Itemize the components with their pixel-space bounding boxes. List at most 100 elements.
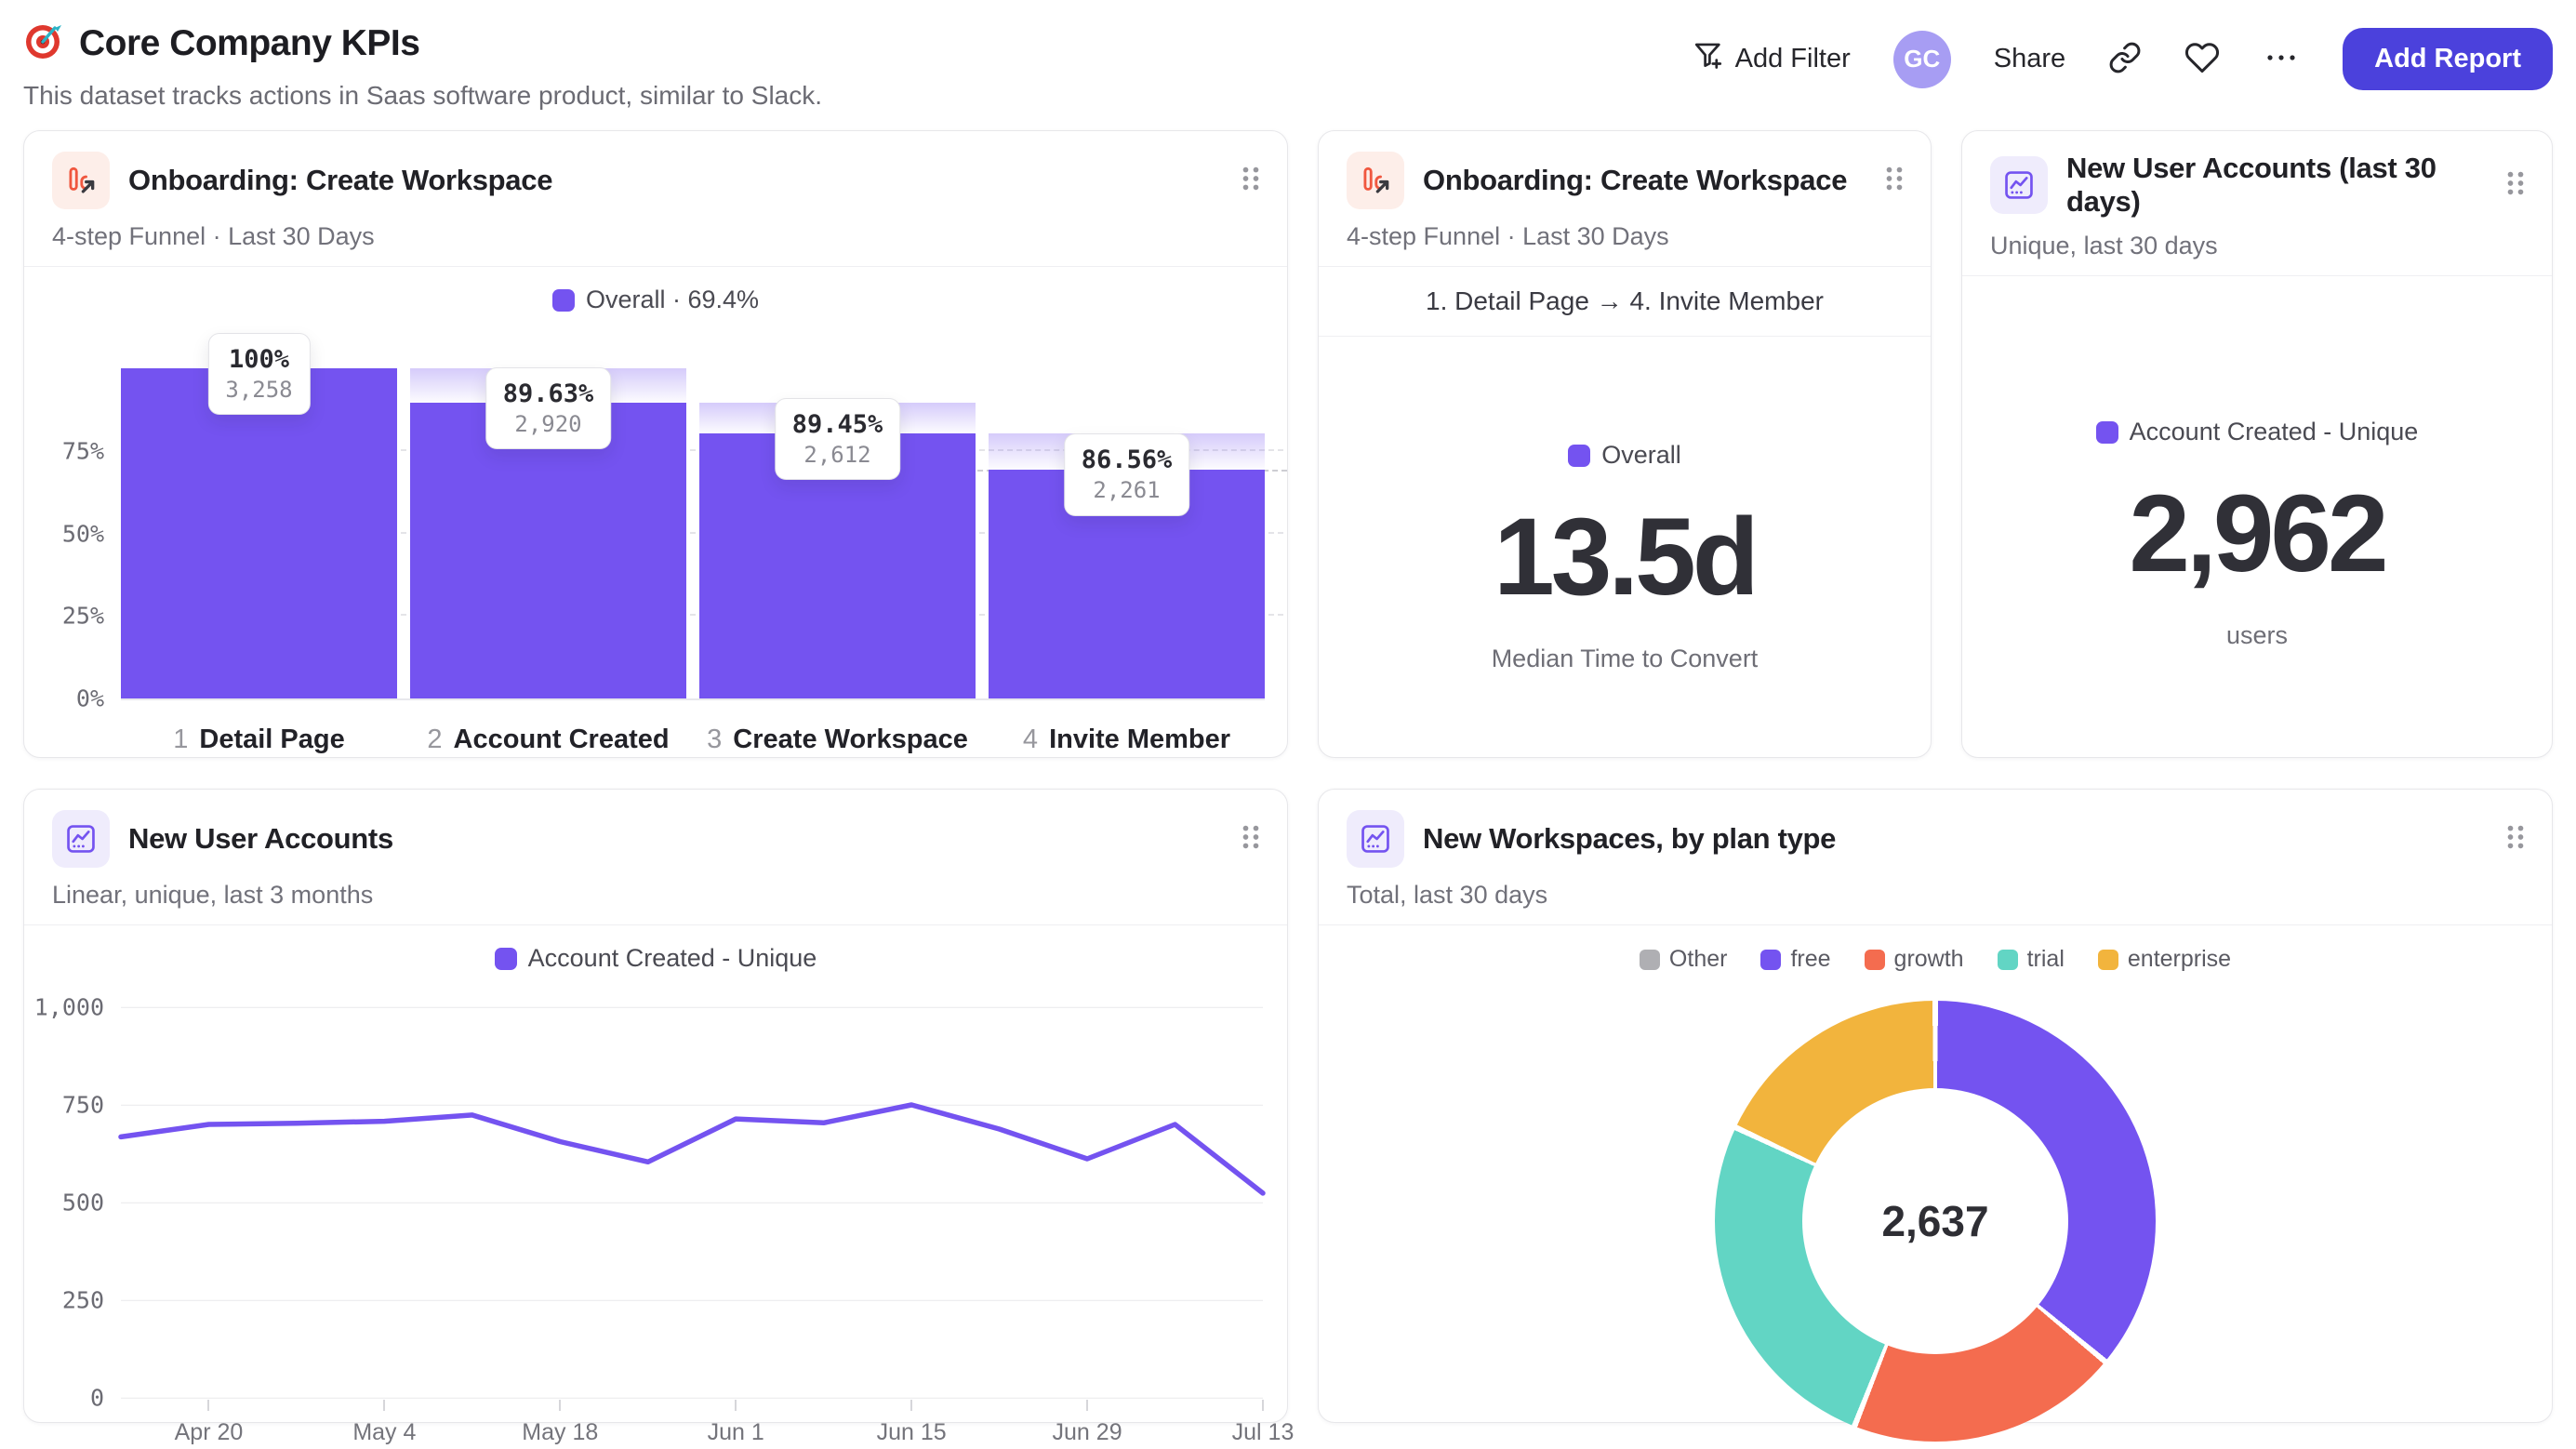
legend-label: trial bbox=[2026, 946, 2065, 972]
funnel-column: 89.63% 2,920 bbox=[410, 366, 686, 698]
line-xtick-mark bbox=[207, 1400, 210, 1411]
line-xtick-mark bbox=[383, 1400, 386, 1411]
funnel-step-label: 2 Account Created bbox=[410, 724, 686, 755]
step-number: 1 bbox=[173, 724, 189, 754]
line-xtick-mark bbox=[1086, 1400, 1089, 1411]
step-number: 3 bbox=[707, 724, 723, 754]
step-name: Invite Member bbox=[1049, 724, 1231, 754]
dashboard-grid: Onboarding: Create Workspace 4-step Funn… bbox=[0, 130, 2576, 1445]
funnel-legend: Overall · 69.4% bbox=[24, 286, 1287, 314]
favorite-button[interactable] bbox=[2184, 40, 2220, 78]
funnel-tooltip-pct: 89.45% bbox=[791, 410, 883, 440]
copy-link-button[interactable] bbox=[2108, 41, 2142, 77]
funnel-tooltip: 100% 3,258 bbox=[207, 332, 311, 415]
toolbar: Add Filter GC Share Add Report bbox=[1693, 20, 2553, 90]
divider bbox=[24, 266, 1287, 267]
line-ytick: 0 bbox=[89, 1384, 104, 1412]
line-xtick-mark bbox=[910, 1400, 913, 1411]
funnel-tooltip: 89.45% 2,612 bbox=[774, 398, 901, 481]
line-xtick-mark bbox=[1262, 1400, 1264, 1411]
card-onboarding-funnel: Onboarding: Create Workspace 4-step Funn… bbox=[23, 130, 1288, 758]
add-filter-button[interactable]: Add Filter bbox=[1693, 40, 1851, 79]
kpi-caption: Median Time to Convert bbox=[1491, 645, 1759, 672]
funnel-xlabels: 1 Detail Page 2 Account Created 3 Create Work… bbox=[121, 724, 1265, 755]
line-ytick: 250 bbox=[61, 1286, 104, 1314]
line-legend: Account Created - Unique bbox=[24, 944, 1287, 973]
card-new-users-30d: New User Accounts (last 30 days) Unique,… bbox=[1961, 130, 2553, 758]
donut-legend-item[interactable]: growth bbox=[1864, 946, 1964, 973]
funnel-tooltip: 86.56% 2,261 bbox=[1063, 433, 1190, 516]
donut-legend-item[interactable]: enterprise bbox=[2097, 946, 2231, 973]
donut-hole: 2,637 bbox=[1802, 1088, 2068, 1354]
heart-icon bbox=[2184, 40, 2220, 78]
drag-handle-icon[interactable] bbox=[1241, 165, 1261, 197]
drag-handle-icon[interactable] bbox=[2505, 169, 2526, 202]
line-xtick-label: May 18 bbox=[522, 1419, 599, 1445]
more-options-button[interactable] bbox=[2263, 51, 2300, 67]
divider bbox=[24, 924, 1287, 925]
add-report-button[interactable]: Add Report bbox=[2343, 28, 2553, 90]
drag-handle-icon[interactable] bbox=[1241, 823, 1261, 856]
line-chart-report-icon bbox=[1990, 156, 2048, 214]
funnel-tooltip-count: 3,258 bbox=[225, 376, 293, 403]
card-title: Onboarding: Create Workspace bbox=[128, 164, 553, 196]
line-xtick-label: Apr 20 bbox=[174, 1419, 244, 1445]
line-series[interactable] bbox=[121, 1007, 1263, 1398]
share-button[interactable]: Share bbox=[1994, 44, 2065, 74]
share-label: Share bbox=[1993, 44, 2066, 73]
funnel-step-range: 1. Detail Page → 4. Invite Member bbox=[1319, 267, 1931, 337]
ellipsis-icon bbox=[2263, 51, 2300, 67]
funnel-column: 89.45% 2,612 bbox=[699, 368, 976, 698]
funnel-report-icon bbox=[1347, 152, 1404, 209]
step-number: 4 bbox=[1022, 724, 1039, 754]
add-filter-label: Add Filter bbox=[1734, 44, 1851, 73]
card-subtitle: 4-step Funnel · Last 30 Days bbox=[52, 222, 375, 250]
funnel-plot: 75% 50% 25% 0% 100% 3,258 89.63% 2,920 89.45% 2,6… bbox=[62, 332, 1287, 712]
line-ytick: 500 bbox=[61, 1189, 104, 1216]
funnel-ytick: 0% bbox=[75, 685, 104, 712]
donut-legend-item[interactable]: Other bbox=[1639, 946, 1728, 973]
line-chart-report-icon bbox=[1347, 810, 1404, 868]
kpi-caption: users bbox=[2225, 621, 2289, 649]
funnel-bar[interactable] bbox=[121, 368, 397, 698]
funnel-ytick: 75% bbox=[61, 437, 104, 465]
legend-label: Overall · 69.4% bbox=[585, 286, 760, 313]
donut-legend-item[interactable]: free bbox=[1760, 946, 1831, 973]
legend-label: free bbox=[1790, 946, 1831, 972]
kpi-body: Overall 13.5d Median Time to Convert bbox=[1319, 441, 1931, 673]
line-xtick-label: Jun 1 bbox=[707, 1419, 764, 1445]
legend-label: Other bbox=[1668, 946, 1728, 972]
card-workspaces-by-plan: New Workspaces, by plan type Total, last… bbox=[1318, 789, 2553, 1442]
funnel-tooltip-count: 2,612 bbox=[803, 442, 871, 469]
avatar[interactable]: GC bbox=[1892, 30, 1951, 88]
funnel-column: 100% 3,258 bbox=[121, 332, 397, 698]
donut-legend-item[interactable]: trial bbox=[1997, 946, 2065, 973]
line-ytick: 750 bbox=[61, 1091, 104, 1119]
card-title: Onboarding: Create Workspace bbox=[1423, 164, 1848, 196]
legend-swatch bbox=[1568, 444, 1591, 467]
filter-plus-icon bbox=[1693, 40, 1724, 79]
card-subtitle: Total, last 30 days bbox=[1347, 881, 1548, 909]
step-name: Detail Page bbox=[199, 724, 345, 754]
funnel-step-label: 1 Detail Page bbox=[121, 724, 397, 755]
drag-handle-icon[interactable] bbox=[1884, 165, 1905, 197]
legend-label: growth bbox=[1893, 946, 1964, 972]
kpi-body: Account Created - Unique 2,962 users bbox=[1962, 418, 2552, 650]
kpi-value: 2,962 bbox=[2129, 472, 2388, 595]
line-xtick-label: Jun 29 bbox=[1052, 1419, 1122, 1445]
target-icon bbox=[23, 20, 64, 66]
funnel-step-label: 4 Invite Member bbox=[989, 724, 1265, 755]
funnel-tooltip-count: 2,920 bbox=[514, 410, 582, 437]
card-time-to-convert: Onboarding: Create Workspace 4-step Funn… bbox=[1318, 130, 1932, 758]
legend-swatch bbox=[1997, 949, 2018, 970]
divider bbox=[1962, 275, 2552, 276]
funnel-columns: 100% 3,258 89.63% 2,920 89.45% 2,612 86.56% 2,2… bbox=[121, 332, 1265, 698]
page-header: Core Company KPIs This dataset tracks ac… bbox=[0, 0, 2576, 130]
drag-handle-icon[interactable] bbox=[2505, 823, 2526, 856]
donut-legend: Other free growth trial enterprise bbox=[1319, 946, 2552, 973]
line-chart-report-icon bbox=[52, 810, 110, 868]
page-title: Core Company KPIs bbox=[79, 22, 420, 63]
step-name: Create Workspace bbox=[733, 724, 968, 754]
donut-chart[interactable]: 2,637 bbox=[1715, 1001, 2156, 1442]
step-name: Account Created bbox=[453, 724, 670, 754]
